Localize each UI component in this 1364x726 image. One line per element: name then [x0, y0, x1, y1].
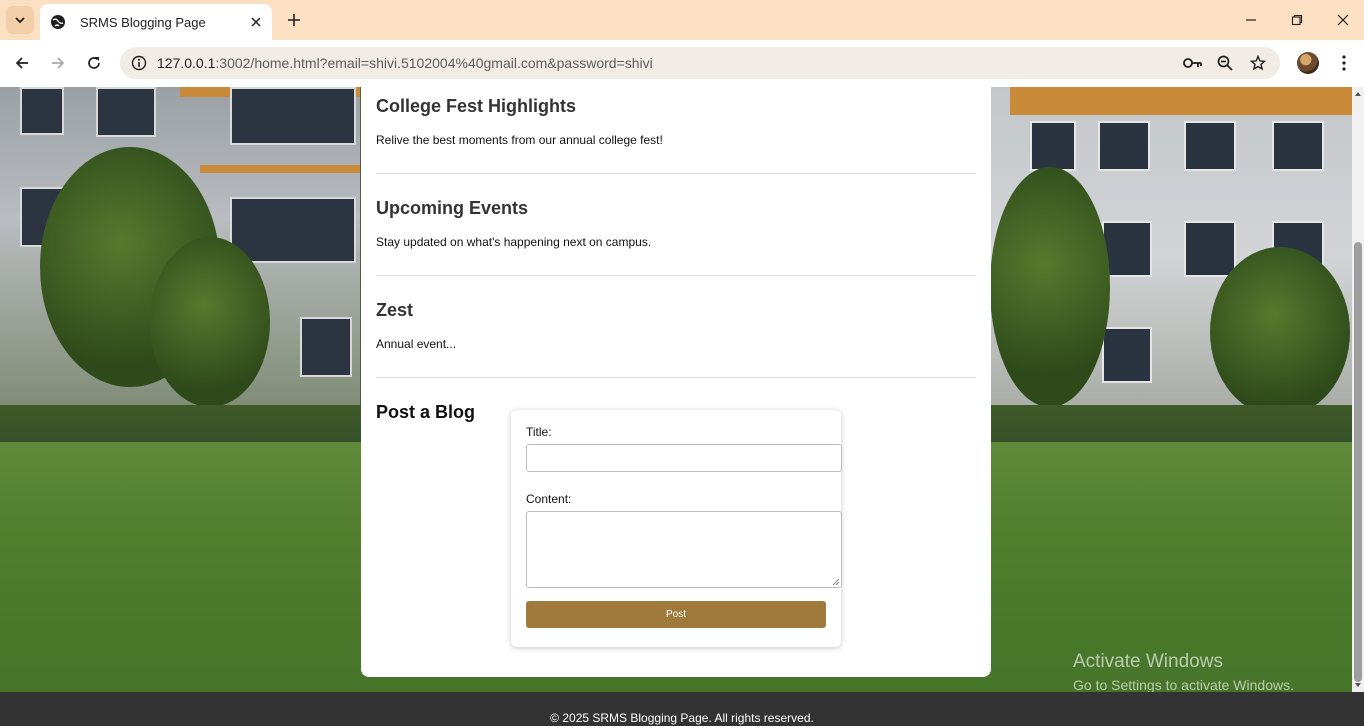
content-textarea[interactable] — [526, 511, 842, 588]
restore-icon[interactable] — [1274, 6, 1320, 34]
watermark-line1: Activate Windows — [1073, 651, 1223, 672]
post-excerpt: Annual event... — [376, 337, 457, 351]
url-host: 127.0.0.1 — [157, 55, 216, 71]
zoom-icon[interactable] — [1212, 50, 1238, 76]
post-title: Zest — [376, 300, 414, 320]
plus-icon[interactable] — [280, 6, 308, 34]
url-text[interactable]: 127.0.0.1:3002/home.html?email=shivi.510… — [157, 55, 653, 71]
building-right — [990, 87, 1352, 427]
close-window-icon[interactable] — [1320, 6, 1364, 34]
blog-post: Zest Annual event... — [376, 300, 976, 378]
watermark-line2: Go to Settings to activate Windows. — [1073, 677, 1294, 692]
tab-title: SRMS Blogging Page — [80, 14, 206, 30]
reload-icon[interactable] — [80, 49, 108, 77]
activate-windows-watermark: Activate Windows Go to Settings to activ… — [1073, 651, 1294, 692]
post-title: College Fest Highlights — [376, 96, 577, 116]
title-input[interactable] — [526, 444, 842, 472]
url-path: :3002/home.html?email=shivi.5102004%40gm… — [215, 55, 653, 71]
back-arrow-icon[interactable] — [8, 49, 36, 77]
resize-grip-icon[interactable] — [832, 578, 840, 586]
blog-post: College Fest Highlights Relive the best … — [376, 96, 976, 174]
tab-list-icon[interactable] — [6, 6, 34, 34]
minimize-icon[interactable] — [1228, 6, 1274, 34]
star-icon[interactable] — [1245, 50, 1271, 76]
post-excerpt: Stay updated on what's happening next on… — [376, 235, 652, 249]
post-excerpt: Relive the best moments from our annual … — [376, 133, 663, 147]
main-content-card: College Fest Highlights Relive the best … — [361, 87, 991, 677]
site-info-icon[interactable] — [128, 52, 150, 74]
footer-text: © 2025 SRMS Blogging Page. All rights re… — [550, 711, 814, 725]
profile-avatar[interactable] — [1297, 52, 1319, 74]
post-title: Upcoming Events — [376, 198, 529, 218]
title-label: Title: — [526, 425, 552, 439]
globe-icon — [50, 14, 66, 30]
page-scrollbar[interactable] — [1352, 87, 1364, 692]
page-footer: © 2025 SRMS Blogging Page. All rights re… — [0, 692, 1364, 726]
key-icon[interactable] — [1180, 50, 1206, 76]
building-left — [0, 87, 360, 417]
scroll-down-icon[interactable] — [1354, 681, 1362, 689]
active-tab[interactable]: SRMS Blogging Page — [40, 4, 272, 40]
post-blog-form: Title: Content: Post — [511, 410, 842, 647]
scrollbar-thumb[interactable] — [1354, 242, 1362, 682]
kebab-menu-icon[interactable] — [1332, 50, 1356, 76]
content-label: Content: — [526, 492, 572, 506]
post-button[interactable]: Post — [526, 601, 826, 628]
forward-arrow-icon[interactable] — [44, 49, 72, 77]
scroll-up-icon[interactable] — [1354, 90, 1362, 98]
blog-post: Upcoming Events Stay updated on what's h… — [376, 198, 976, 276]
close-icon[interactable] — [244, 10, 268, 34]
tab-strip: SRMS Blogging Page — [0, 0, 1364, 40]
